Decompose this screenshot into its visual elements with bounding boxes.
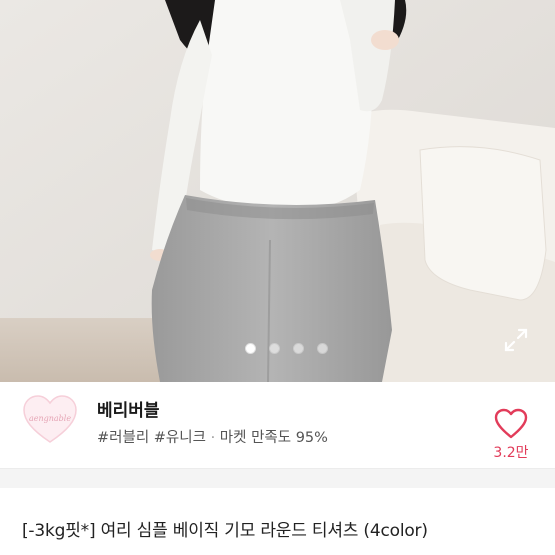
section-divider	[0, 468, 555, 488]
seller-name[interactable]: 베리버블	[97, 396, 160, 421]
heart-outline-icon[interactable]	[494, 408, 528, 440]
like-count: 3.2만	[493, 445, 529, 461]
seller-logo[interactable]: aengnable	[22, 394, 78, 446]
carousel-dots	[0, 343, 555, 355]
seller-tags: #러블리 #유니크 · 마켓 만족도 95%	[97, 426, 328, 447]
svg-text:aengnable: aengnable	[29, 414, 71, 423]
tag-separator: ·	[210, 430, 216, 446]
carousel-dot-1[interactable]	[245, 343, 256, 354]
seller-tag[interactable]: #러블리	[97, 430, 149, 446]
carousel-dot-3[interactable]	[293, 343, 304, 354]
product-photo[interactable]	[0, 0, 555, 382]
product-title: [-3kg핏*] 여리 심플 베이직 기모 라운드 티셔츠 (4color)	[22, 521, 428, 541]
product-image	[0, 0, 555, 382]
expand-arrows-icon[interactable]	[502, 326, 530, 354]
carousel-dot-4[interactable]	[317, 343, 328, 354]
seller-row[interactable]: aengnable 베리버블 #러블리 #유니크 · 마켓 만족도 95% 3.…	[0, 382, 555, 468]
carousel-dot-2[interactable]	[269, 343, 280, 354]
seller-tag[interactable]: #유니크	[154, 430, 206, 446]
market-satisfaction: 마켓 만족도 95%	[219, 430, 328, 446]
